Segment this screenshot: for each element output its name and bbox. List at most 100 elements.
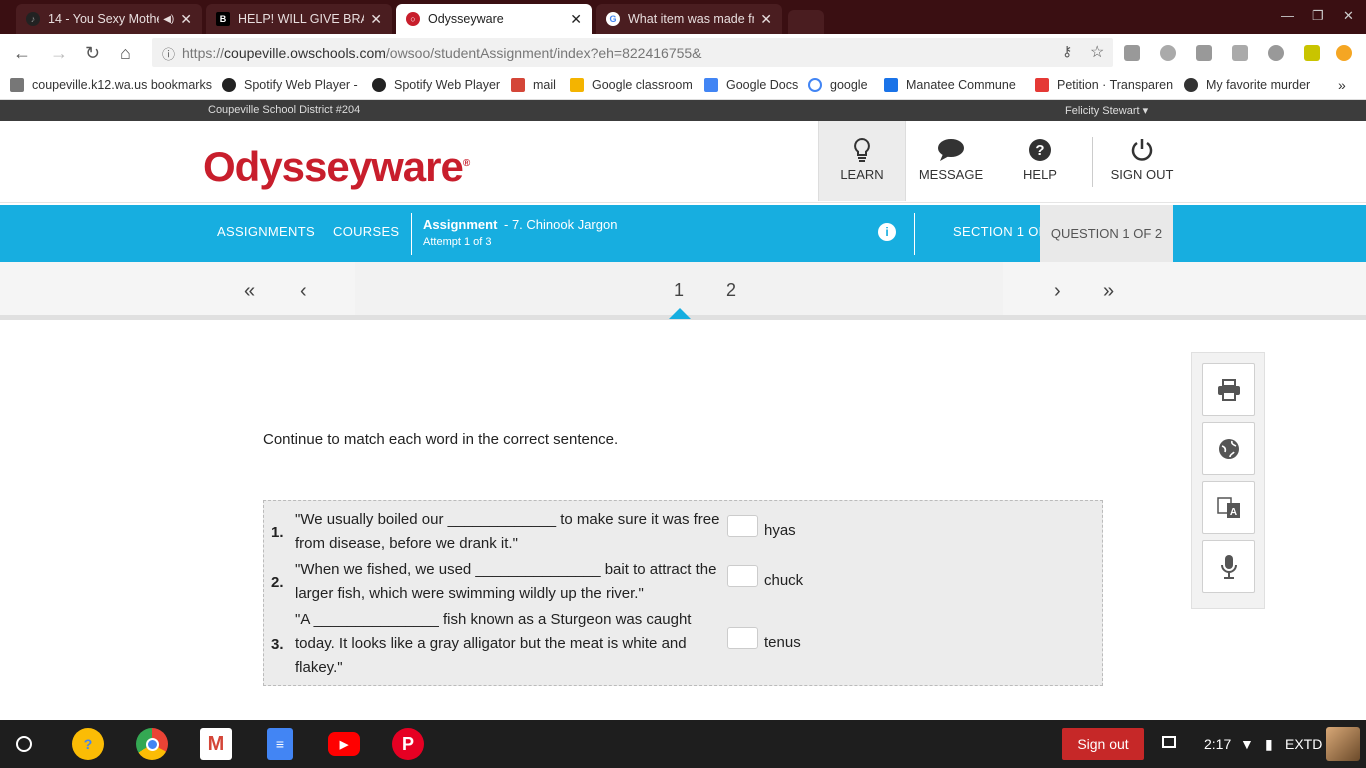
address-bar[interactable]: ⓘ https://coupeville.owschools.com/owsoo… xyxy=(152,38,1113,67)
assignment-nav-bar: ASSIGNMENTS COURSES Assignment - 7. Chin… xyxy=(0,205,1366,262)
browser-toolbar: ← → ↻ ⌂ ⓘ https://coupeville.owschools.c… xyxy=(0,34,1366,72)
bookmark-folder[interactable]: coupeville.k12.wa.us bookmarks xyxy=(10,78,212,92)
web-button[interactable] xyxy=(1202,422,1255,475)
answer-input[interactable] xyxy=(727,565,758,587)
next-page-icon[interactable]: › xyxy=(1054,280,1061,303)
home-icon[interactable]: ⌂ xyxy=(120,43,131,64)
microphone-icon xyxy=(1220,554,1237,579)
manatee-icon xyxy=(884,78,898,92)
matching-question: 1. "We usually boiled our _____________ … xyxy=(263,500,1103,686)
avatar[interactable] xyxy=(1326,727,1360,761)
screenshot-icon[interactable] xyxy=(1162,736,1176,748)
signout-button[interactable]: SIGN OUT xyxy=(1098,121,1186,201)
back-icon[interactable]: ← xyxy=(13,43,31,64)
assignment-name: - 7. Chinook Jargon xyxy=(504,217,618,232)
os-signout-button[interactable]: Sign out xyxy=(1062,728,1144,760)
learn-button[interactable]: LEARN xyxy=(818,121,906,201)
browser-tab-strip: ♪ 14 - You Sexy Mother ◀) ✕ B HELP! WILL… xyxy=(0,0,1366,34)
question-text: "When we fished, we used _______________… xyxy=(295,561,717,602)
extension-icon[interactable] xyxy=(1268,45,1284,61)
assignments-link[interactable]: ASSIGNMENTS xyxy=(217,224,315,239)
bookmark-item[interactable]: Google Docs xyxy=(704,78,798,92)
extension-icon[interactable] xyxy=(1124,45,1140,61)
bookmark-item[interactable]: google xyxy=(808,78,868,92)
podcast-icon xyxy=(1184,78,1198,92)
match-word: hyas xyxy=(764,522,796,539)
message-button[interactable]: MESSAGE xyxy=(907,121,995,201)
clock[interactable]: 2:17 xyxy=(1204,736,1231,752)
bookmark-item[interactable]: My favorite murder xyxy=(1184,78,1310,92)
pinterest-icon[interactable]: P xyxy=(392,728,424,760)
answer-input[interactable] xyxy=(727,515,758,537)
question-instructions: Continue to match each word in the corre… xyxy=(263,431,619,448)
odysseyware-icon: ○ xyxy=(406,12,420,26)
speech-button[interactable] xyxy=(1202,540,1255,593)
help-button[interactable]: ? HELP xyxy=(996,121,1084,201)
close-tab-icon[interactable]: ✕ xyxy=(180,11,192,28)
page-number[interactable]: 2 xyxy=(726,280,736,301)
info-icon[interactable]: ⓘ xyxy=(162,44,175,63)
new-tab-button[interactable] xyxy=(788,10,824,34)
question-text: "We usually boiled our _____________ to … xyxy=(295,511,720,552)
bookmarks-bar: coupeville.k12.wa.us bookmarks Spotify W… xyxy=(0,72,1366,100)
browser-tab-active[interactable]: ○ Odysseyware ✕ xyxy=(396,4,592,34)
keyboard-layout[interactable]: EXTD xyxy=(1285,736,1322,752)
print-button[interactable] xyxy=(1202,363,1255,416)
youtube-icon[interactable]: ▶ xyxy=(328,732,360,756)
browser-tab[interactable]: B HELP! WILL GIVE BRAINL ✕ xyxy=(206,4,392,34)
extension-icon[interactable] xyxy=(1160,45,1176,61)
svg-text:?: ? xyxy=(1035,142,1044,159)
bookmark-item[interactable]: Spotify Web Player xyxy=(372,78,500,92)
close-tab-icon[interactable]: ✕ xyxy=(760,11,772,28)
launcher-icon[interactable] xyxy=(16,736,32,752)
gmail-icon[interactable]: M xyxy=(200,728,232,760)
courses-link[interactable]: COURSES xyxy=(333,224,399,239)
odysseyware-logo[interactable]: Odysseyware® xyxy=(203,143,470,191)
bookmark-star-icon[interactable]: ☆ xyxy=(1090,42,1104,62)
minimize-icon[interactable]: — xyxy=(1281,8,1294,23)
close-window-icon[interactable]: ✕ xyxy=(1343,8,1354,24)
user-menu[interactable]: Felicity Stewart ▾ xyxy=(1065,104,1148,117)
browser-tab[interactable]: ♪ 14 - You Sexy Mother ◀) ✕ xyxy=(16,4,202,34)
svg-text:A: A xyxy=(1229,507,1236,518)
close-tab-icon[interactable]: ✕ xyxy=(370,11,382,28)
browser-tab[interactable]: G What item was made fro ✕ xyxy=(596,4,782,34)
extension-icon[interactable] xyxy=(1196,45,1212,61)
bookmark-item[interactable]: mail xyxy=(511,78,556,92)
extension-icon[interactable] xyxy=(1304,45,1320,61)
translate-button[interactable]: A xyxy=(1202,481,1255,534)
question-pager: « ‹ 1 2 › » xyxy=(0,262,1366,320)
battery-icon[interactable]: ▮ xyxy=(1265,736,1273,753)
chrome-icon[interactable] xyxy=(136,728,168,760)
answer-input[interactable] xyxy=(727,627,758,649)
more-bookmarks-icon[interactable]: » xyxy=(1338,77,1346,93)
first-page-icon[interactable]: « xyxy=(244,280,255,303)
chat-bubble-icon xyxy=(938,139,964,161)
bookmark-item[interactable]: Petition · Transparen xyxy=(1035,78,1173,92)
update-alert-icon[interactable] xyxy=(1336,45,1352,61)
spotify-icon xyxy=(372,78,386,92)
restore-icon[interactable]: ❐ xyxy=(1312,8,1324,24)
bookmark-item[interactable]: Manatee Commune xyxy=(884,78,1016,92)
wifi-icon[interactable]: ▼ xyxy=(1240,736,1254,752)
get-help-icon[interactable]: ? xyxy=(72,728,104,760)
brainly-icon: B xyxy=(216,12,230,26)
info-icon[interactable]: i xyxy=(878,223,896,241)
last-page-icon[interactable]: » xyxy=(1103,280,1114,303)
reload-icon[interactable]: ↻ xyxy=(85,43,100,64)
district-name: Coupeville School District #204 xyxy=(208,104,361,116)
translate-icon: A xyxy=(1216,496,1240,518)
question-text: "A _______________ fish known as a Sturg… xyxy=(295,611,692,676)
bookmark-item[interactable]: Google classroom xyxy=(570,78,693,92)
bookmark-item[interactable]: Spotify Web Player - xyxy=(222,78,358,92)
question-indicator: QUESTION 1 OF 2 xyxy=(1040,205,1173,262)
forward-icon[interactable]: → xyxy=(50,43,68,64)
key-icon[interactable]: ⚷ xyxy=(1062,43,1072,60)
page-number-current[interactable]: 1 xyxy=(674,280,684,301)
assignment-label: Assignment xyxy=(423,217,498,232)
close-tab-icon[interactable]: ✕ xyxy=(570,11,582,28)
extension-icon[interactable] xyxy=(1232,45,1248,61)
google-docs-icon[interactable]: ≡ xyxy=(267,728,293,760)
google-icon: G xyxy=(606,12,620,26)
previous-page-icon[interactable]: ‹ xyxy=(300,280,307,303)
